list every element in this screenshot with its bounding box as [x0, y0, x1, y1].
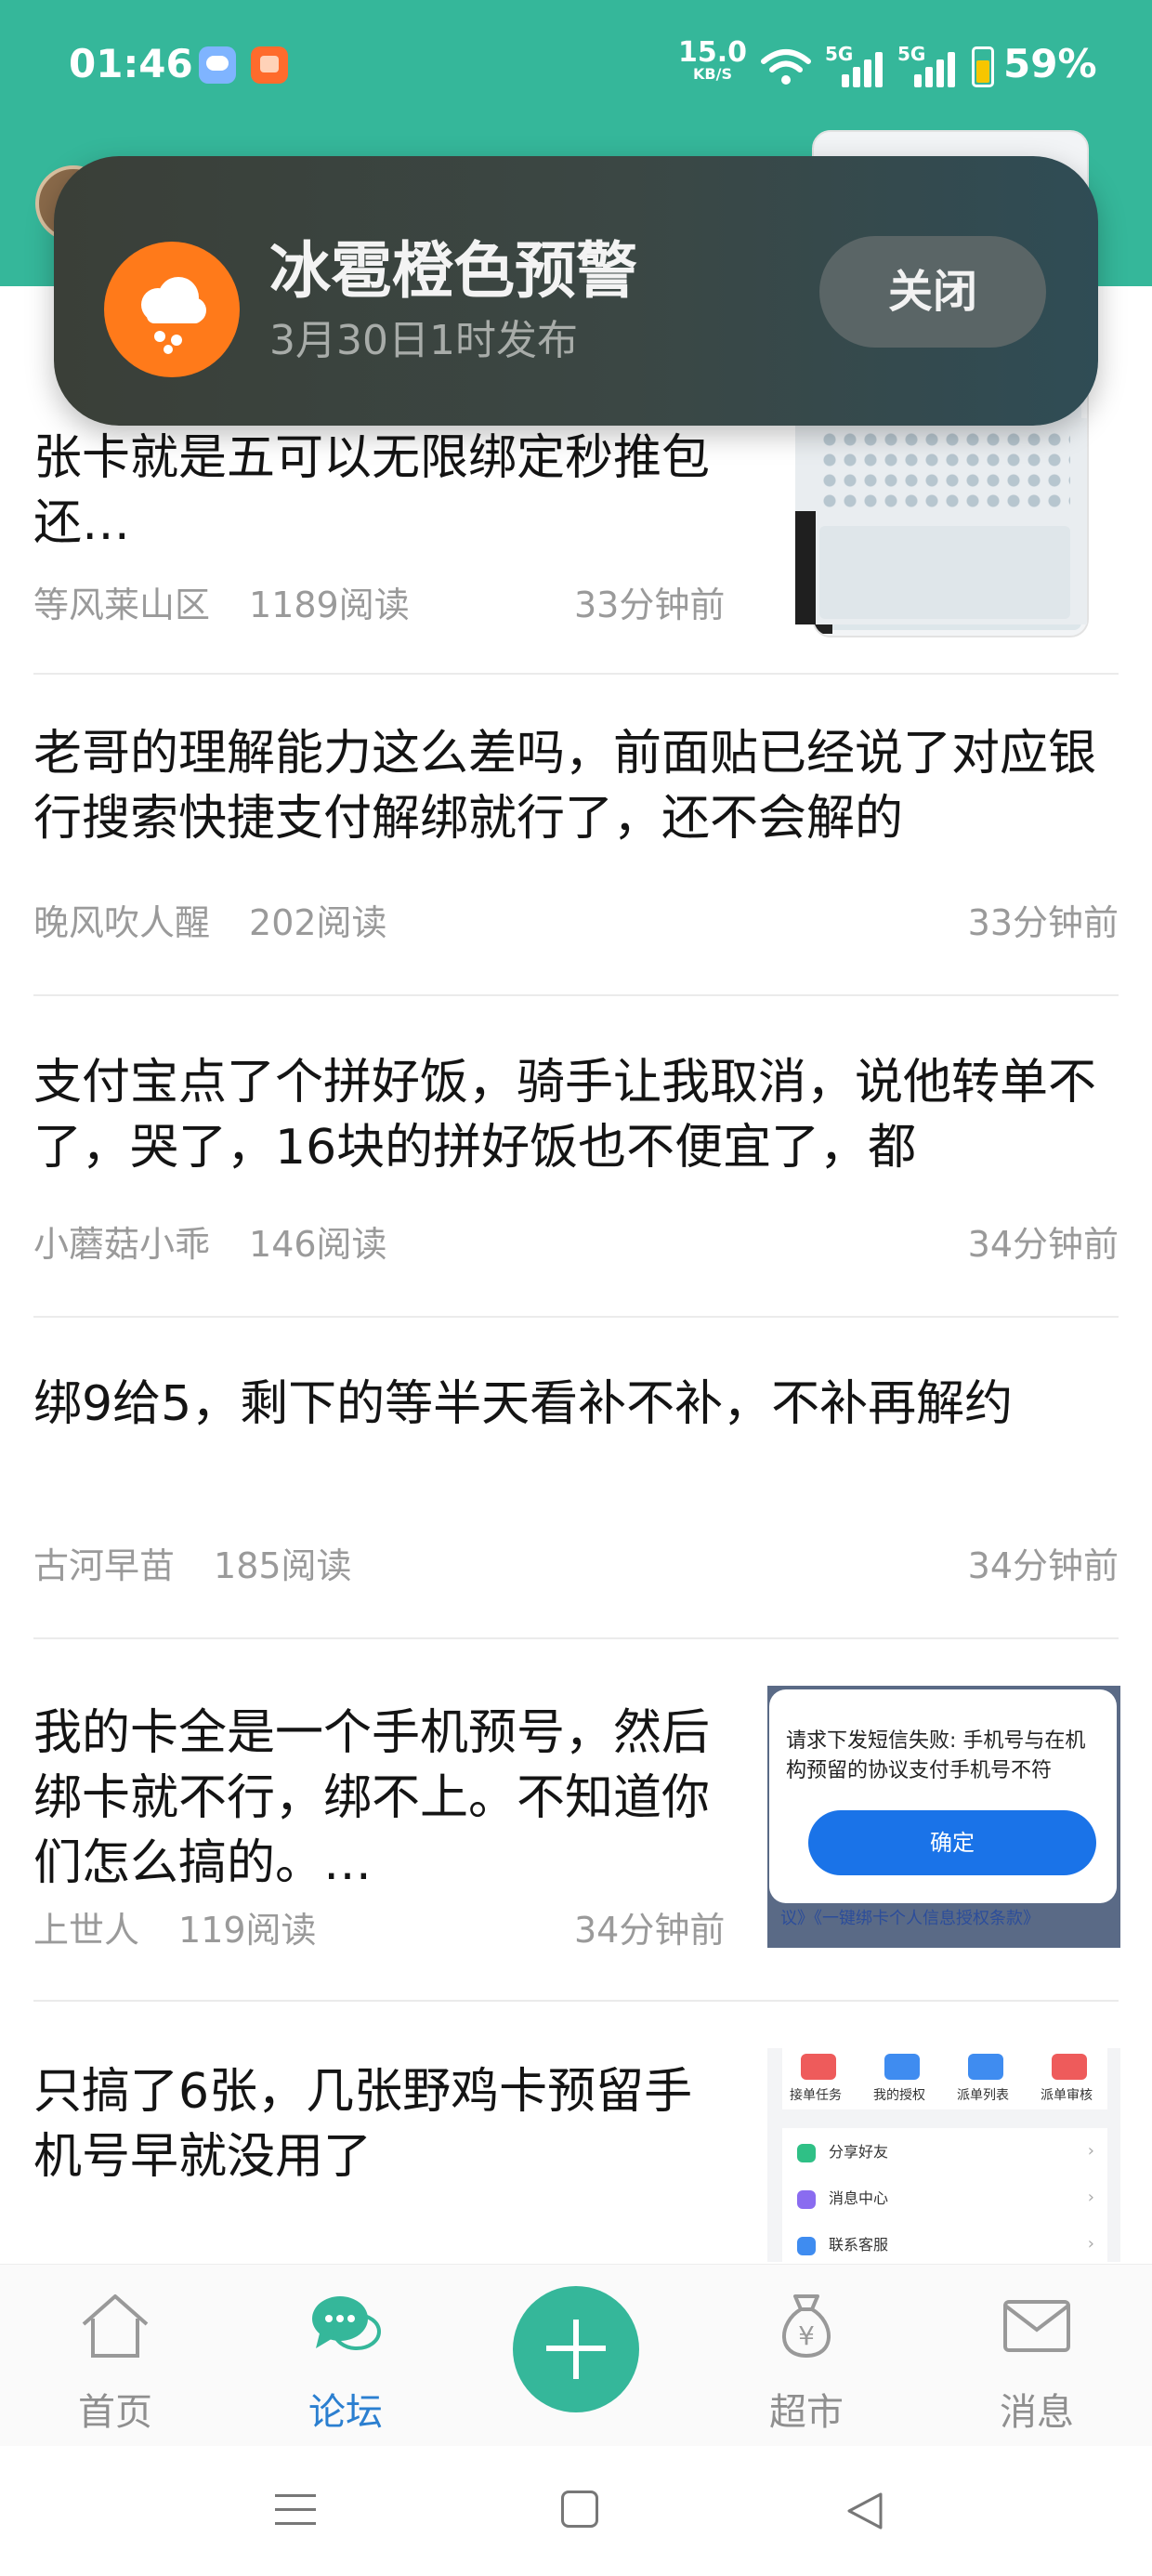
status-time: 01:46 [69, 41, 193, 86]
post-author: 小蘑菇小乖 [33, 1224, 211, 1265]
thumb-list-item: 分享好友 [829, 2143, 889, 2161]
recent-apps-icon[interactable] [275, 2494, 316, 2526]
post-meta: 上世人 119阅读 [33, 1901, 317, 1952]
post-time: 34分钟前 [574, 1910, 726, 1951]
post-title: 老哥的理解能力这么差吗，前面贴已经说了对应银行搜索快捷支付解绑就行了，还不会解的 [33, 726, 1097, 847]
system-nav-bar [0, 2446, 1152, 2576]
cell-signal-icon-2: 5G [897, 43, 962, 89]
post-meta: 等风莱山区 1189阅读 [33, 576, 410, 627]
home-square-icon[interactable] [561, 2491, 598, 2528]
battery-icon [972, 46, 994, 87]
post-time: 33分钟前 [967, 902, 1119, 943]
new-post-button[interactable] [513, 2286, 639, 2412]
weather-alert-popup[interactable]: 冰雹橙色预警 3月30日1时发布 关闭 [54, 156, 1098, 426]
post-thumbnail[interactable]: 请求下发短信失败: 手机号与在机构预留的协议支付手机号不符 确定 议》《一键绑卡… [767, 1686, 1120, 1948]
post-title: 只搞了6张，几张野鸡卡预留手机号早就没用了 [33, 2064, 693, 2185]
tab-market-label: 超市 [769, 2391, 844, 2434]
signal-label-2: 5G [897, 43, 926, 65]
thumb-menu-item: 接单任务 [790, 2088, 842, 2103]
post-meta: 晚风吹人醒 202阅读 [33, 894, 387, 945]
tab-forum-label: 论坛 [308, 2391, 383, 2434]
thumb-dialog-text: 请求下发短信失败: 手机号与在机构预留的协议支付手机号不符 [786, 1729, 1086, 1782]
post-author: 古河早苗 [33, 1545, 176, 1586]
post-title: 张卡就是五可以无限绑定秒推包还… [33, 430, 711, 551]
post-meta: 小蘑菇小乖 146阅读 [33, 1216, 387, 1267]
post-time: 33分钟前 [574, 585, 726, 625]
alert-close-button[interactable]: 关闭 [819, 236, 1046, 348]
post-reads: 185阅读 [214, 1545, 352, 1586]
wifi-icon [761, 49, 811, 85]
net-speed: 15.0 KB/S [678, 39, 747, 84]
thumb-dialog-footer: 议》《一键绑卡个人信息授权条款》 [780, 1909, 1040, 1928]
thumb-dialog-button: 确定 [808, 1810, 1096, 1875]
cell-signal-icon-1: 5G [825, 43, 890, 89]
post-item[interactable]: 绑9给5，剩下的等半天看补不补，不补再解约 古河早苗 185阅读 34分钟前 [33, 1318, 1119, 1639]
app-notification-icon [251, 46, 288, 84]
post-author: 等风莱山区 [33, 585, 211, 625]
alert-subtitle: 3月30日1时发布 [269, 317, 578, 364]
post-title: 绑9给5，剩下的等半天看补不补，不补再解约 [33, 1376, 1014, 1432]
forum-chat-icon [312, 2296, 381, 2350]
thumb-list-item: 消息中心 [829, 2189, 889, 2207]
thumb-menu-item: 派单审核 [1041, 2088, 1093, 2103]
hail-cloud-icon [104, 242, 240, 377]
post-item[interactable]: 支付宝点了个拼好饭，骑手让我取消，说他转单不了，哭了，16块的拼好饭也不便宜了，… [33, 996, 1119, 1318]
post-time: 34分钟前 [967, 1545, 1119, 1586]
post-reads: 119阅读 [178, 1910, 317, 1951]
post-reads: 146阅读 [249, 1224, 387, 1265]
post-reads: 202阅读 [249, 902, 387, 943]
tab-messages-label: 消息 [1000, 2391, 1074, 2434]
post-author: 晚风吹人醒 [33, 902, 211, 943]
weather-notification-icon [199, 46, 236, 84]
post-title: 我的卡全是一个手机预号，然后绑卡就不行，绑不上。不知道你们怎么搞的。… [33, 1705, 711, 1891]
post-meta: 古河早苗 185阅读 [33, 1537, 352, 1588]
mail-icon [1003, 2300, 1070, 2352]
net-speed-value: 15.0 [678, 36, 748, 69]
signal-label-1: 5G [825, 43, 854, 65]
post-item[interactable]: 老哥的理解能力这么差吗，前面贴已经说了对应银行搜索快捷支付解绑就行了，还不会解的… [33, 675, 1119, 996]
battery-percent: 59% [1003, 41, 1097, 86]
home-icon [82, 2294, 149, 2358]
post-thumbnail[interactable] [795, 418, 1087, 624]
post-author: 上世人 [33, 1910, 140, 1951]
money-bag-icon: ¥ [782, 2294, 831, 2359]
svg-text:¥: ¥ [798, 2320, 815, 2351]
thumb-menu-item: 我的授权 [873, 2088, 925, 2103]
alert-title: 冰雹橙色预警 [269, 235, 637, 307]
back-triangle-icon[interactable] [844, 2491, 886, 2531]
post-thumbnail[interactable]: 接单任务 我的授权 派单列表 派单审核 分享好友 › 消息中心 › 联系客服 › [767, 2048, 1120, 2262]
post-time: 34分钟前 [967, 1224, 1119, 1265]
thumb-dialog: 请求下发短信失败: 手机号与在机构预留的协议支付手机号不符 确定 [769, 1689, 1117, 1903]
tab-home-label: 首页 [78, 2391, 152, 2434]
thumb-list-item: 联系客服 [829, 2236, 889, 2254]
post-reads: 1189阅读 [249, 585, 410, 625]
status-bar: 01:46 15.0 KB/S 5G 5G 59% [0, 0, 1152, 138]
post-title: 支付宝点了个拼好饭，骑手让我取消，说他转单不了，哭了，16块的拼好饭也不便宜了，… [33, 1055, 1097, 1176]
thumb-menu-item: 派单列表 [957, 2088, 1009, 2103]
